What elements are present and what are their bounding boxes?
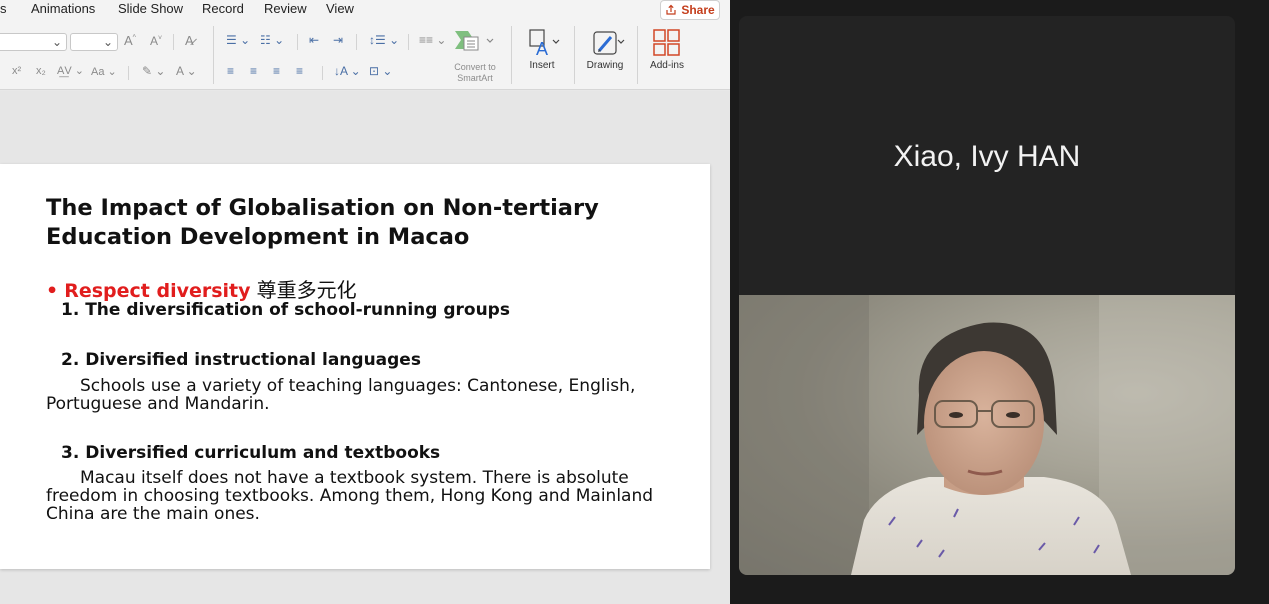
clear-formatting-icon[interactable]: A̷ — [185, 33, 194, 48]
superscript-icon[interactable]: x² — [12, 65, 21, 77]
slide-canvas[interactable]: The Impact of Globalisation on Non-terti… — [0, 164, 710, 569]
subscript-icon[interactable]: x₂ — [36, 65, 46, 77]
person-video-image — [739, 295, 1235, 575]
share-button[interactable]: Share — [660, 0, 720, 20]
share-icon — [666, 4, 676, 15]
divider — [213, 26, 214, 84]
ribbon-toolbar: ⌄ ⌄ A^ A˅ A̷ x² x₂ A͟V ⌄ Aa ⌄ ✎ ⌄ A ⌄ ☰ … — [0, 20, 730, 90]
divider — [511, 26, 512, 84]
convert-smartart-button[interactable] — [452, 29, 498, 51]
justify-icon[interactable]: ≡ — [296, 64, 303, 78]
addins-icon — [652, 26, 682, 60]
increase-indent-icon[interactable]: ⇥ — [333, 33, 343, 47]
tab-animations[interactable]: Animations — [31, 1, 95, 16]
item1-heading[interactable]: 1. The diversification of school-running… — [61, 300, 510, 320]
item3-body-line2[interactable]: freedom in choosing textbooks. Among the… — [46, 487, 653, 505]
text-direction-icon[interactable]: ↓A ⌄ — [334, 64, 361, 78]
convert-smartart-label-line1: Convert to — [454, 62, 496, 72]
insert-label: Insert — [529, 60, 555, 71]
bullet-respect-diversity[interactable]: • Respect diversity 尊重多元化 — [46, 274, 357, 303]
addins-button[interactable]: Add-ins — [639, 26, 695, 82]
divider — [574, 26, 575, 84]
video-call-panel: Xiao, Ivy HAN — [730, 0, 1269, 604]
bullet-red-text: Respect diversity — [64, 280, 251, 302]
drawing-icon — [585, 26, 625, 60]
tab-record[interactable]: Record — [202, 1, 244, 16]
tab-review[interactable]: Review — [264, 1, 307, 16]
bullet-dot: • — [46, 280, 59, 302]
chevron-down-icon: ⌄ — [102, 35, 113, 49]
divider — [297, 34, 298, 50]
divider — [356, 34, 357, 50]
insert-icon: A — [522, 26, 562, 60]
align-text-icon[interactable]: ⊡ ⌄ — [369, 64, 392, 78]
item2-heading[interactable]: 2. Diversified instructional languages — [61, 350, 421, 370]
convert-smartart-label[interactable]: Convert to SmartArt — [440, 62, 510, 84]
decrease-indent-icon[interactable]: ⇤ — [309, 33, 319, 47]
item3-body-line3[interactable]: China are the main ones. — [46, 505, 260, 523]
align-left-icon[interactable]: ≡ — [227, 64, 234, 78]
item3-body-line1[interactable]: Macau itself does not have a textbook sy… — [80, 469, 629, 487]
decrease-font-size-icon[interactable]: A˅ — [150, 34, 162, 48]
slide-title[interactable]: The Impact of Globalisation on Non-terti… — [46, 194, 686, 252]
numbering-icon[interactable]: ☷ ⌄ — [260, 33, 284, 47]
addins-label: Add-ins — [650, 60, 684, 71]
convert-smartart-label-line2: SmartArt — [457, 73, 493, 83]
bullets-icon[interactable]: ☰ ⌄ — [226, 33, 250, 47]
tab-partial[interactable]: s — [0, 1, 7, 16]
chevron-down-icon: ⌄ — [51, 35, 62, 49]
slide-workspace: The Impact of Globalisation on Non-terti… — [0, 91, 730, 604]
smartart-icon — [455, 31, 494, 51]
font-color-icon[interactable]: A ⌄ — [176, 64, 197, 78]
bullet-chinese-text: 尊重多元化 — [256, 278, 357, 302]
divider — [408, 34, 409, 50]
align-right-icon[interactable]: ≡ — [273, 64, 280, 78]
item2-body-line2[interactable]: Portuguese and Mandarin. — [46, 395, 270, 413]
ribbon-tab-bar: s Animations Slide Show Record Review Vi… — [0, 0, 730, 20]
font-size-select[interactable]: ⌄ — [70, 33, 118, 51]
divider — [173, 34, 174, 50]
tab-slide-show[interactable]: Slide Show — [118, 1, 183, 16]
divider — [128, 66, 129, 80]
participant-video-feed[interactable] — [739, 295, 1235, 575]
insert-button[interactable]: A Insert — [514, 26, 570, 82]
item2-body-line1[interactable]: Schools use a variety of teaching langua… — [80, 377, 635, 395]
line-spacing-icon[interactable]: ↕☰ ⌄ — [369, 33, 399, 47]
divider — [322, 66, 323, 80]
svg-text:A: A — [536, 39, 548, 59]
change-case-icon[interactable]: Aa ⌄ — [91, 65, 117, 78]
participant-name: Xiao, Ivy HAN — [893, 140, 1081, 173]
columns-icon[interactable]: ≡≡ ⌄ — [419, 33, 446, 47]
divider — [637, 26, 638, 84]
highlight-icon[interactable]: ✎ ⌄ — [142, 64, 165, 78]
increase-font-size-icon[interactable]: A^ — [124, 33, 136, 48]
participant-name-tile: Xiao, Ivy HAN — [739, 16, 1235, 295]
tab-view[interactable]: View — [326, 1, 354, 16]
share-label: Share — [681, 3, 715, 17]
font-name-select[interactable]: ⌄ — [0, 33, 67, 51]
powerpoint-window: s Animations Slide Show Record Review Vi… — [0, 0, 730, 604]
character-spacing-icon[interactable]: A͟V ⌄ — [57, 64, 84, 77]
align-center-icon[interactable]: ≡ — [250, 64, 257, 78]
item3-heading[interactable]: 3. Diversified curriculum and textbooks — [61, 443, 440, 463]
drawing-button[interactable]: Drawing — [577, 26, 633, 82]
drawing-label: Drawing — [586, 60, 624, 71]
